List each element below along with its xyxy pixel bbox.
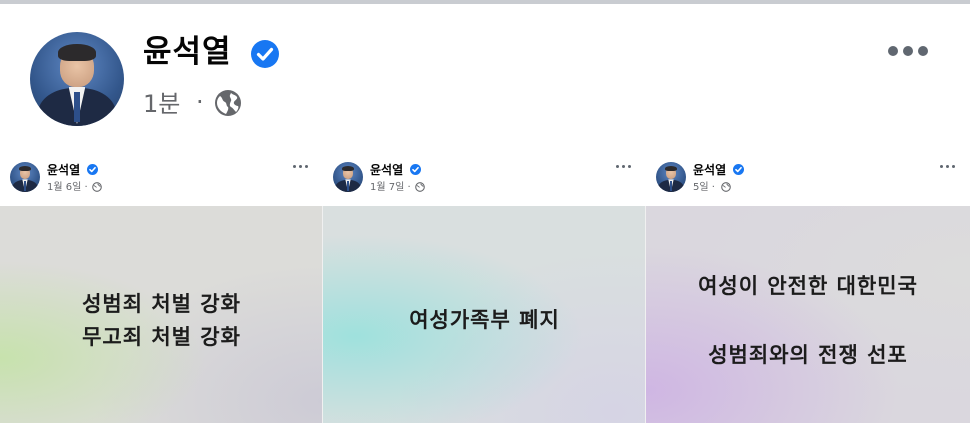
- verified-badge-icon: [251, 40, 279, 68]
- more-options-icon[interactable]: [616, 164, 632, 170]
- shared-post-card-3[interactable]: 윤석열 5일 · 여성이 안전한 대한민국 성범죄와의 전쟁 선포: [646, 150, 970, 423]
- card-text-line: 여성가족부 폐지: [409, 308, 560, 332]
- author-name[interactable]: 윤석열: [143, 32, 232, 72]
- globe-icon: [215, 90, 241, 116]
- verified-badge-icon: [733, 164, 744, 175]
- shared-post-card-1[interactable]: 윤석열 1월 6일 · 성범죄 처벌 강화 무고죄 처벌 강화: [0, 150, 323, 423]
- card-post-time[interactable]: 5일 ·: [693, 181, 715, 194]
- card-author-name[interactable]: 윤석열: [370, 162, 403, 178]
- card-image: 성범죄 처벌 강화 무고죄 처벌 강화: [0, 206, 323, 423]
- card-author-name[interactable]: 윤석열: [693, 162, 726, 178]
- shared-post-card-2[interactable]: 윤석열 1월 7일 · 여성가족부 폐지: [323, 150, 646, 423]
- card-author-name[interactable]: 윤석열: [47, 162, 80, 178]
- verified-badge-icon: [87, 164, 98, 175]
- more-options-icon[interactable]: [293, 164, 309, 170]
- card-text-line: 성범죄 처벌 강화: [82, 292, 241, 316]
- top-divider: [0, 0, 970, 4]
- more-options-icon[interactable]: [886, 38, 930, 62]
- author-avatar[interactable]: [30, 32, 124, 126]
- globe-icon: [92, 182, 102, 192]
- globe-icon: [415, 182, 425, 192]
- card-author-avatar[interactable]: [333, 162, 363, 192]
- card-divider: [322, 206, 323, 423]
- card-image: 여성가족부 폐지: [323, 206, 646, 423]
- globe-icon: [721, 182, 731, 192]
- card-divider: [645, 206, 646, 423]
- separator-dot: ·: [196, 88, 204, 116]
- more-options-icon[interactable]: [940, 164, 956, 170]
- card-image: 여성이 안전한 대한민국 성범죄와의 전쟁 선포: [646, 206, 970, 423]
- card-post-time[interactable]: 1월 7일 ·: [370, 181, 411, 194]
- card-text-line: 여성이 안전한 대한민국: [698, 274, 918, 298]
- card-author-avatar[interactable]: [656, 162, 686, 192]
- verified-badge-icon: [410, 164, 421, 175]
- card-post-time[interactable]: 1월 6일 ·: [47, 181, 88, 194]
- card-text-line: 성범죄와의 전쟁 선포: [708, 343, 908, 367]
- post-time[interactable]: 1분: [143, 88, 180, 120]
- card-author-avatar[interactable]: [10, 162, 40, 192]
- card-text-line: 무고죄 처벌 강화: [82, 325, 241, 349]
